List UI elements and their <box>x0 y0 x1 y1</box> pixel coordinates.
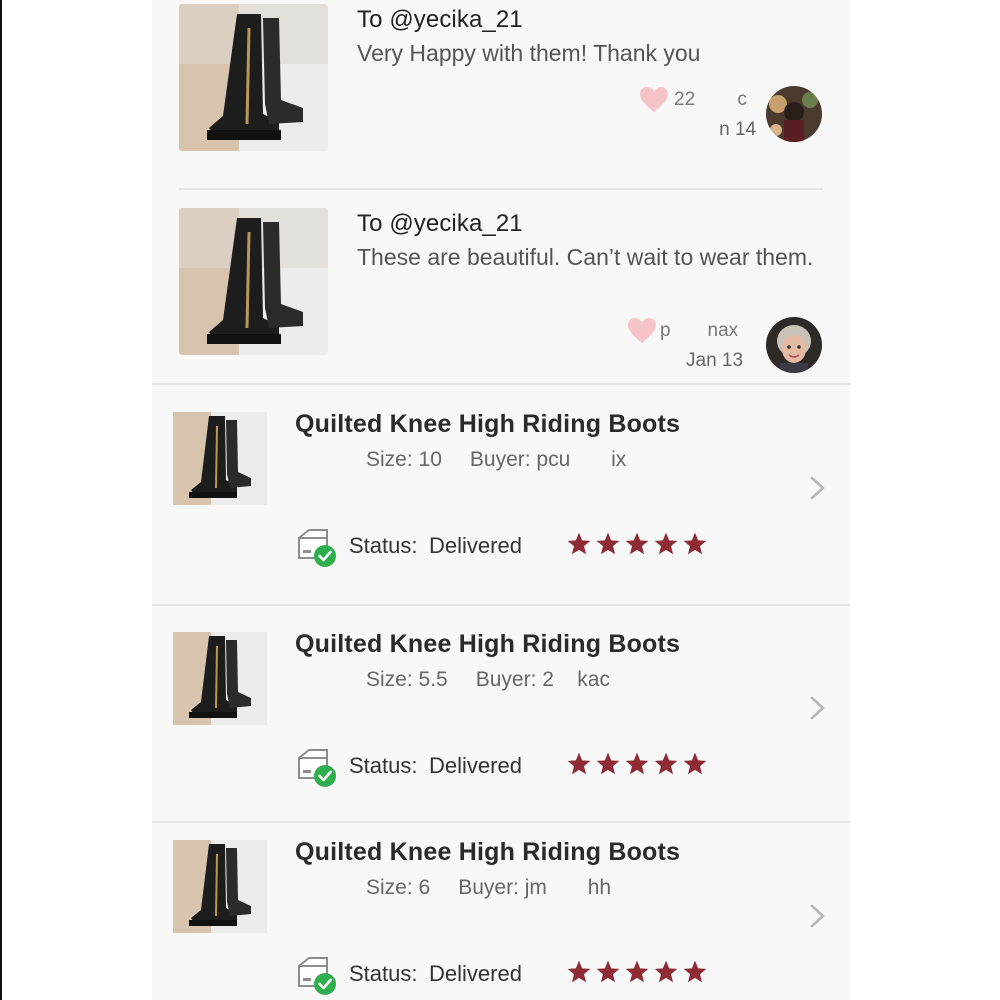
boot-thumbnail <box>173 412 267 505</box>
heart-icon[interactable] <box>640 87 668 113</box>
star-icon <box>654 532 678 555</box>
section-divider <box>152 383 850 385</box>
screen: To @yecika_21 Very Happy with them! Than… <box>0 0 1000 1000</box>
comment-text: Very Happy with them! Thank you <box>357 40 701 66</box>
order-row[interactable]: Quilted Knee High Riding Boots Size: 6 Bu… <box>152 828 850 1000</box>
star-icon <box>683 752 707 775</box>
boot-thumbnail <box>173 840 267 933</box>
boot-thumbnail <box>173 632 267 725</box>
delivered-box-icon <box>298 749 336 787</box>
chevron-right-icon[interactable] <box>806 696 830 720</box>
order-size: Size: 6 <box>366 876 431 899</box>
order-row[interactable]: Quilted Knee High Riding Boots Size: 10 B… <box>152 400 850 616</box>
status-value: Delivered <box>429 961 522 986</box>
order-buyer: Buyer: 2 kac <box>475 668 610 691</box>
star-icon <box>625 532 649 555</box>
order-buyer: Buyer: jm hh <box>458 876 612 899</box>
order-meta: Size: 5.5 Buyer: 2 kac <box>366 668 638 692</box>
star-icon <box>654 960 678 983</box>
order-title[interactable]: Quilted Knee High Riding Boots <box>295 630 680 659</box>
star-icon <box>596 752 620 775</box>
left-edge-border <box>0 0 2 1000</box>
order-title[interactable]: Quilted Knee High Riding Boots <box>295 838 680 867</box>
status-value: Delivered <box>429 753 522 778</box>
star-icon <box>567 532 591 555</box>
star-icon <box>625 960 649 983</box>
commenter-username[interactable]: p nax <box>660 320 738 342</box>
comment-date: n 14 <box>698 119 757 140</box>
comment-text: These are beautiful. Can’t wait to wear … <box>357 244 814 270</box>
rating-stars <box>566 751 708 777</box>
heart-icon[interactable] <box>628 318 656 344</box>
status-label: Status: <box>349 533 418 558</box>
comment-recipient[interactable]: To @yecika_21 <box>357 210 523 238</box>
order-row[interactable]: Quilted Knee High Riding Boots Size: 5.5… <box>152 620 850 836</box>
commenter-avatar[interactable] <box>766 317 822 373</box>
order-divider <box>152 604 850 606</box>
comment-date: Jan 13 <box>686 350 744 371</box>
star-icon <box>596 532 620 555</box>
star-icon <box>567 752 591 775</box>
comment-item: To @yecika_21 Very Happy with them! Than… <box>152 0 850 190</box>
star-icon <box>683 960 707 983</box>
order-buyer: Buyer: pcu ix <box>469 448 627 471</box>
comment-recipient[interactable]: To @yecika_21 <box>357 6 523 34</box>
star-icon <box>654 752 678 775</box>
order-size: Size: 10 <box>366 448 442 471</box>
order-title[interactable]: Quilted Knee High Riding Boots <box>295 410 680 439</box>
rating-stars <box>566 531 708 557</box>
star-icon <box>596 960 620 983</box>
chevron-right-icon[interactable] <box>806 476 830 500</box>
status-label: Status: <box>349 961 418 986</box>
chevron-right-icon[interactable] <box>806 904 830 928</box>
status-value: Delivered <box>429 533 522 558</box>
star-icon <box>683 532 707 555</box>
boot-thumbnail[interactable] <box>179 208 328 355</box>
comment-item: To @yecika_21 These are beautiful. Can’t… <box>152 190 850 384</box>
rating-stars <box>566 959 708 985</box>
order-divider <box>152 821 850 823</box>
feedback-panel: To @yecika_21 Very Happy with them! Than… <box>152 0 850 1000</box>
boot-thumbnail[interactable] <box>179 4 328 151</box>
status-label: Status: <box>349 753 418 778</box>
star-icon <box>625 752 649 775</box>
order-size: Size: 5.5 <box>366 668 448 691</box>
commenter-avatar[interactable] <box>766 86 822 142</box>
star-icon <box>567 960 591 983</box>
commenter-username[interactable]: 22 c <box>674 89 747 111</box>
delivered-box-icon <box>298 957 336 995</box>
order-meta: Size: 10 Buyer: pcu ix <box>366 448 654 472</box>
order-meta: Size: 6 Buyer: jm hh <box>366 876 639 900</box>
delivered-box-icon <box>298 529 336 567</box>
